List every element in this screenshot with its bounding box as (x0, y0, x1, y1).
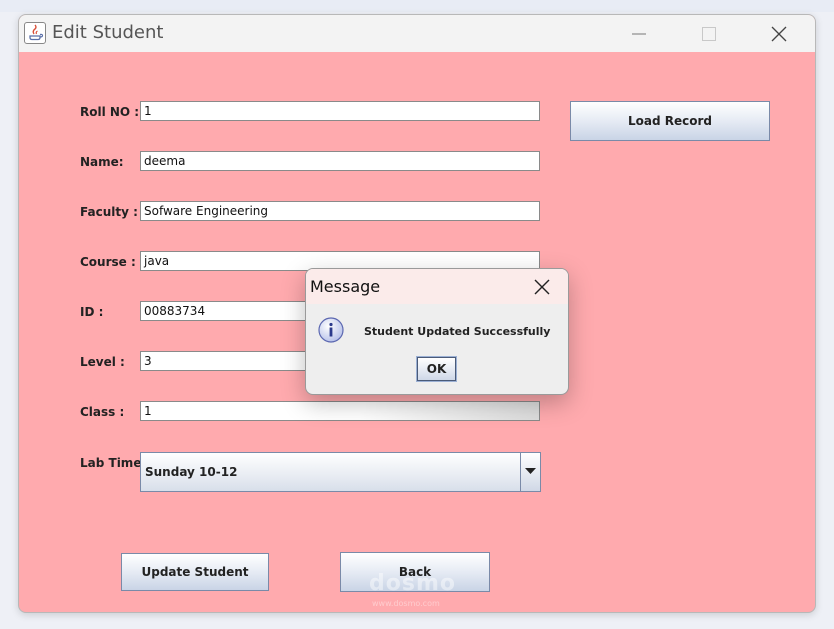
maximize-icon (702, 27, 716, 41)
dialog-title: Message (310, 277, 381, 296)
load-record-button[interactable]: Load Record (570, 101, 770, 141)
lab-time-selected: Sunday 10-12 (145, 465, 238, 479)
name-label: Name: (80, 155, 124, 169)
dialog-message: Student Updated Successfully (364, 325, 551, 338)
level-label: Level : (80, 355, 125, 369)
lab-time-dropdown[interactable]: Sunday 10-12 (140, 452, 541, 492)
message-dialog: Message Student Updated Successfully OK (305, 268, 569, 395)
minimize-button[interactable] (619, 21, 659, 47)
close-window-button[interactable] (759, 21, 799, 47)
chevron-down-icon (525, 468, 536, 474)
watermark-subtext: www.dosmo.com (372, 599, 440, 608)
window-titlebar[interactable]: Edit Student (19, 15, 815, 52)
roll-no-label: Roll NO : (80, 105, 140, 119)
class-field[interactable]: 1 (140, 401, 540, 421)
minimize-icon (632, 33, 646, 35)
info-icon (318, 317, 344, 343)
dropdown-arrow-button[interactable] (520, 453, 540, 491)
lab-time-label: Lab Time: (80, 456, 147, 470)
maximize-button[interactable] (689, 21, 729, 47)
close-icon (771, 26, 787, 42)
watermark: dosmo (369, 571, 456, 596)
desktop-strip (0, 0, 834, 12)
faculty-field[interactable]: Sofware Engineering (140, 201, 540, 221)
ok-button[interactable]: OK (416, 356, 457, 382)
roll-no-field[interactable]: 1 (140, 101, 540, 121)
window-title: Edit Student (52, 22, 164, 43)
java-app-icon (24, 22, 46, 44)
class-label: Class : (80, 405, 125, 419)
close-icon (534, 279, 550, 295)
course-label: Course : (80, 255, 136, 269)
dialog-close-button[interactable] (532, 277, 552, 297)
faculty-label: Faculty : (80, 205, 138, 219)
id-label: ID : (80, 305, 104, 319)
name-field[interactable]: deema (140, 151, 540, 171)
dialog-titlebar[interactable]: Message (306, 269, 568, 304)
update-student-button[interactable]: Update Student (121, 553, 269, 591)
